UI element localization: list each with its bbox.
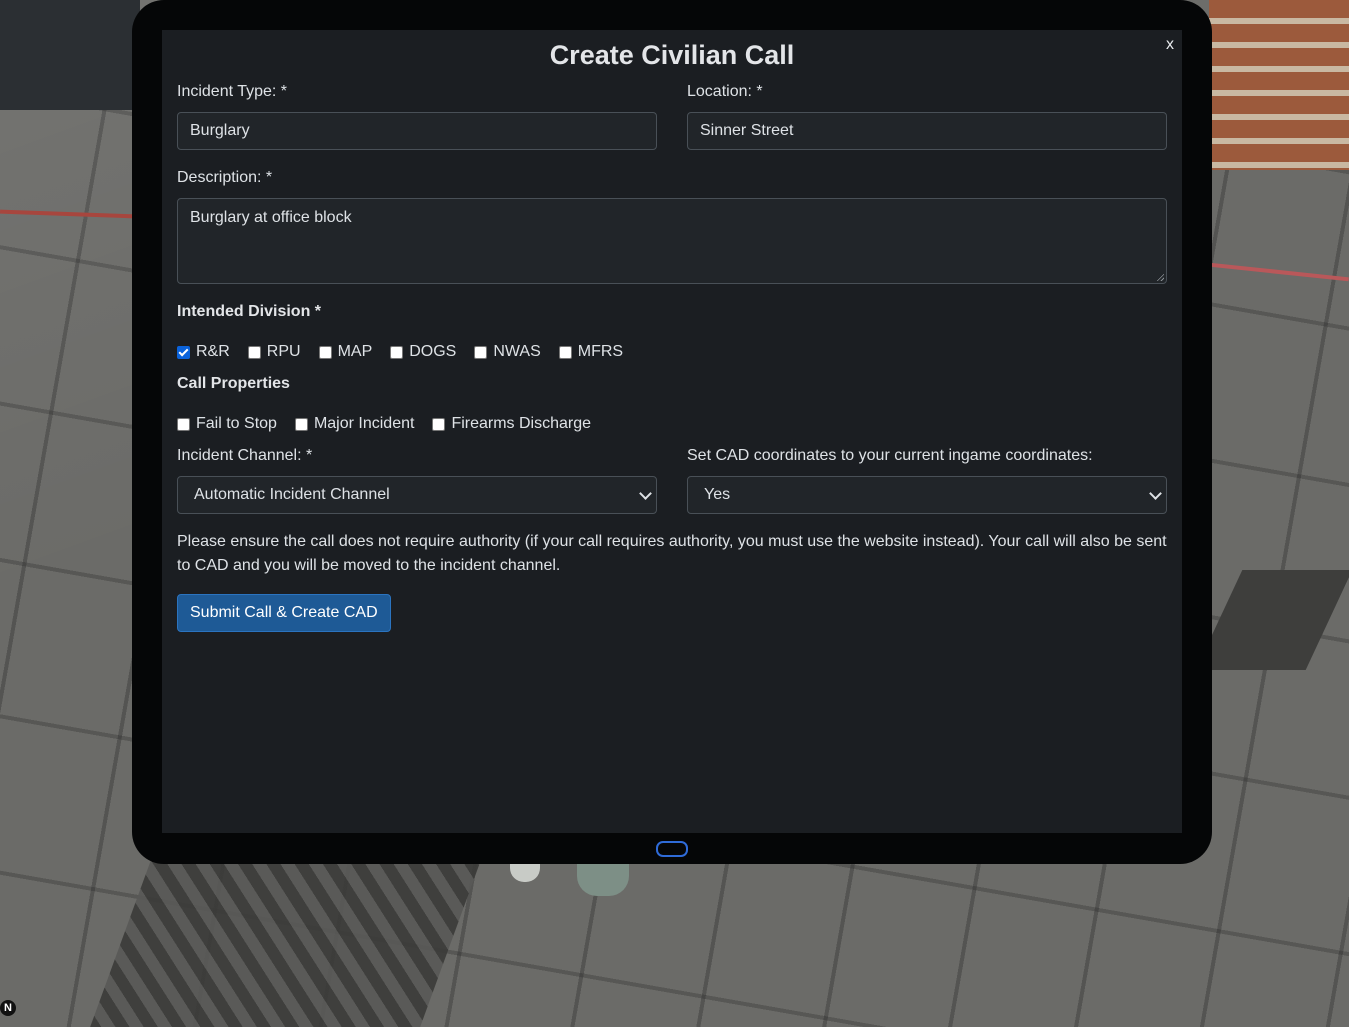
call-properties-group: Fail to Stop Major Incident Firearms Dis… — [177, 415, 609, 433]
division-option-rpu[interactable]: RPU — [247, 343, 301, 361]
tablet-home-button[interactable] — [656, 841, 688, 857]
checkbox-firearms-discharge[interactable] — [432, 417, 446, 431]
authority-notice: Please ensure the call does not require … — [177, 533, 1167, 574]
incident-type-input[interactable]: Burglary — [177, 112, 657, 150]
location-input[interactable]: Sinner Street — [687, 112, 1167, 150]
division-label-nwas: NWAS — [493, 343, 541, 360]
page-title: Create Civilian Call — [549, 40, 795, 70]
resize-handle[interactable] — [1156, 273, 1164, 281]
chevron-down-icon — [1149, 487, 1162, 500]
division-label-mfrs: MFRS — [577, 343, 624, 360]
call-properties-heading: Call Properties — [177, 375, 290, 392]
property-option-firearms-discharge[interactable]: Firearms Discharge — [432, 415, 591, 433]
division-option-dogs[interactable]: DOGS — [390, 343, 456, 361]
property-option-major-incident[interactable]: Major Incident — [294, 415, 415, 433]
description-label: Description: * — [177, 169, 273, 186]
background-building-left — [0, 0, 140, 110]
incident-channel-select[interactable]: Automatic Incident Channel — [177, 476, 657, 514]
checkbox-dogs[interactable] — [390, 345, 404, 359]
description-textarea[interactable]: Burglary at office block — [177, 198, 1167, 284]
division-label-rpu: RPU — [266, 343, 301, 360]
chevron-down-icon — [639, 487, 652, 500]
drain-grate — [89, 860, 481, 1027]
corner-badge: N — [0, 1000, 16, 1016]
cad-coordinates-label: Set CAD coordinates to your current inga… — [687, 447, 1093, 464]
background-building-right — [1209, 0, 1349, 170]
checkbox-mfrs[interactable] — [558, 345, 572, 359]
division-label-dogs: DOGS — [409, 343, 457, 360]
property-label-fail-to-stop: Fail to Stop — [196, 415, 277, 432]
division-option-mfrs[interactable]: MFRS — [558, 343, 624, 361]
intended-division-group: R&R RPU MAP DOGS NWAS MFRS — [177, 343, 641, 361]
checkbox-map[interactable] — [318, 345, 332, 359]
incident-channel-value: Automatic Incident Channel — [194, 486, 390, 503]
property-option-fail-to-stop[interactable]: Fail to Stop — [177, 415, 277, 433]
location-label: Location: * — [687, 83, 763, 100]
submit-call-button[interactable]: Submit Call & Create CAD — [177, 594, 391, 632]
intended-division-heading: Intended Division * — [177, 303, 322, 320]
checkbox-major-incident[interactable] — [294, 417, 308, 431]
checkbox-rr[interactable] — [177, 345, 190, 359]
player-foot-right — [577, 862, 629, 896]
checkbox-rpu[interactable] — [247, 345, 261, 359]
division-label-map: MAP — [337, 343, 373, 360]
property-label-major-incident: Major Incident — [313, 415, 415, 432]
cad-coordinates-value: Yes — [704, 486, 731, 503]
tablet-device: x Create Civilian Call Incident Type: * … — [132, 0, 1212, 864]
division-option-nwas[interactable]: NWAS — [474, 343, 541, 361]
cad-coordinates-select[interactable]: Yes — [687, 476, 1167, 514]
incident-channel-label: Incident Channel: * — [177, 447, 313, 464]
player-foot-left — [510, 862, 540, 882]
incident-type-label: Incident Type: * — [177, 83, 287, 100]
division-option-map[interactable]: MAP — [318, 343, 373, 361]
description-text: Burglary at office block — [190, 209, 352, 226]
checkbox-nwas[interactable] — [474, 345, 488, 359]
player-feet — [505, 862, 635, 900]
property-label-firearms-discharge: Firearms Discharge — [451, 415, 592, 432]
tablet-screen: x Create Civilian Call Incident Type: * … — [162, 30, 1182, 833]
checkbox-fail-to-stop[interactable] — [177, 417, 190, 431]
division-label-rr: R&R — [196, 343, 230, 360]
division-option-rr[interactable]: R&R — [177, 343, 230, 361]
